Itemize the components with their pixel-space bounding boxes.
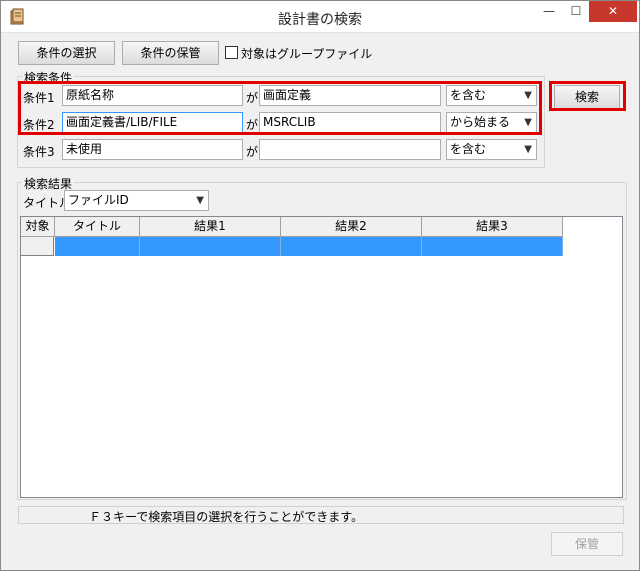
condition-3-operator-value: を含む bbox=[450, 142, 487, 156]
column-header-result3[interactable]: 結果3 bbox=[422, 217, 563, 237]
condition-3-connector: が bbox=[246, 145, 259, 159]
table-cell[interactable] bbox=[140, 237, 281, 256]
table-cell[interactable] bbox=[422, 237, 563, 256]
highlight-frame-conditions bbox=[18, 81, 542, 135]
title-select-value: ファイルID bbox=[68, 193, 129, 207]
maximize-button[interactable]: ☐ bbox=[563, 1, 589, 22]
table-cell[interactable] bbox=[281, 237, 422, 256]
condition-3-value-input[interactable] bbox=[259, 139, 441, 160]
column-header-target[interactable]: 対象 bbox=[21, 217, 55, 237]
row-header[interactable] bbox=[21, 237, 54, 256]
search-dialog: 設計書の検索 — ☐ ✕ 条件の選択 条件の保管 対象はグループファイル 検索条… bbox=[0, 0, 640, 571]
title-bar[interactable]: 設計書の検索 — ☐ ✕ bbox=[1, 1, 639, 33]
results-grid[interactable]: 対象 タイトル 結果1 結果2 結果3 bbox=[20, 216, 623, 498]
condition-3-label: 条件3 bbox=[23, 145, 55, 159]
minimize-button[interactable]: — bbox=[536, 1, 562, 22]
condition-3-operator-select[interactable]: を含む ▼ bbox=[446, 139, 537, 160]
highlight-frame-search-button bbox=[549, 81, 626, 111]
column-header-title[interactable]: タイトル bbox=[55, 217, 140, 237]
status-bar: Ｆ３キーで検索項目の選択を行うことができます。 bbox=[18, 506, 624, 524]
condition-3-field-input[interactable]: 未使用 bbox=[62, 139, 243, 160]
table-cell[interactable] bbox=[55, 237, 140, 256]
chevron-down-icon: ▼ bbox=[524, 144, 532, 155]
select-conditions-button[interactable]: 条件の選択 bbox=[18, 41, 115, 65]
group-file-checkbox-label: 対象はグループファイル bbox=[241, 47, 373, 61]
chevron-down-icon: ▼ bbox=[196, 195, 204, 206]
column-header-result1[interactable]: 結果1 bbox=[140, 217, 281, 237]
close-button[interactable]: ✕ bbox=[589, 1, 637, 22]
status-text: Ｆ３キーで検索項目の選択を行うことができます。 bbox=[89, 510, 364, 524]
title-select[interactable]: ファイルID ▼ bbox=[64, 190, 209, 211]
group-file-checkbox[interactable] bbox=[225, 46, 238, 59]
save-button[interactable]: 保管 bbox=[551, 532, 623, 556]
column-header-result2[interactable]: 結果2 bbox=[281, 217, 422, 237]
save-conditions-button[interactable]: 条件の保管 bbox=[122, 41, 219, 65]
